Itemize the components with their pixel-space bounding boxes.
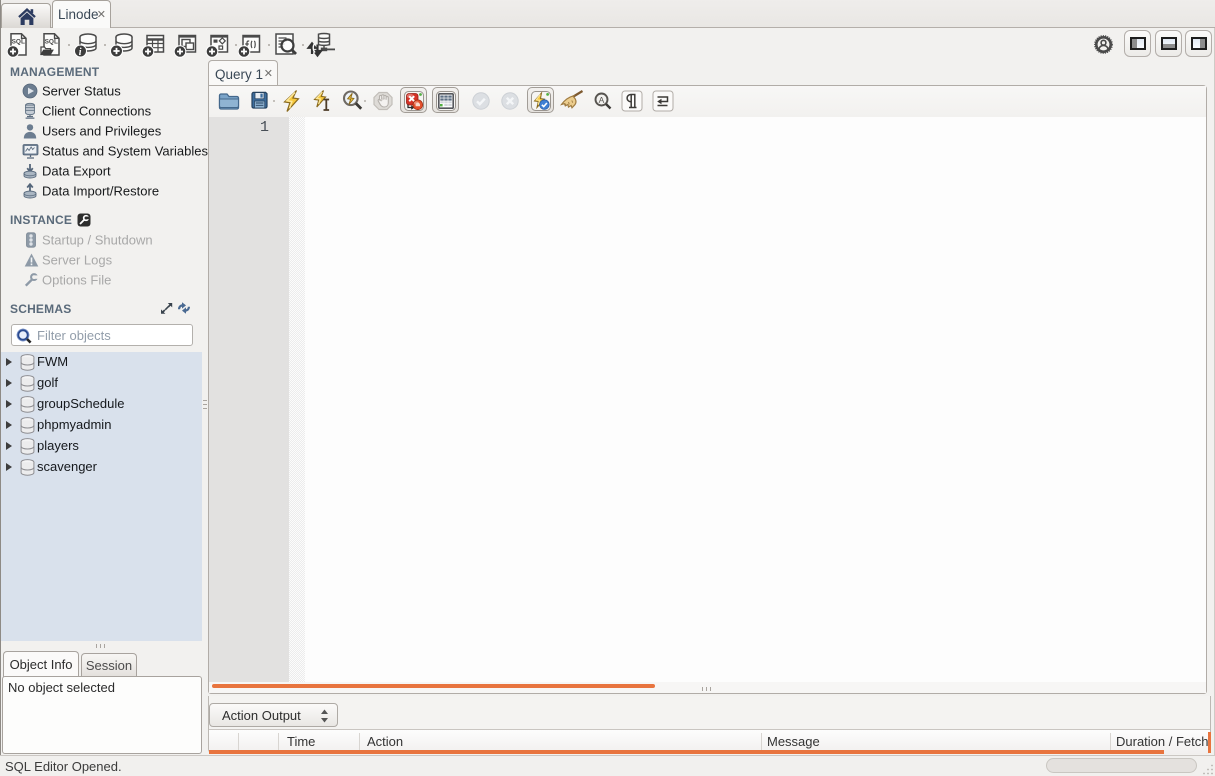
svg-text:SQL: SQL [45, 39, 58, 46]
svg-text:i: i [79, 47, 82, 58]
svg-text:A: A [599, 95, 605, 105]
svg-text:SQL: SQL [12, 39, 25, 46]
